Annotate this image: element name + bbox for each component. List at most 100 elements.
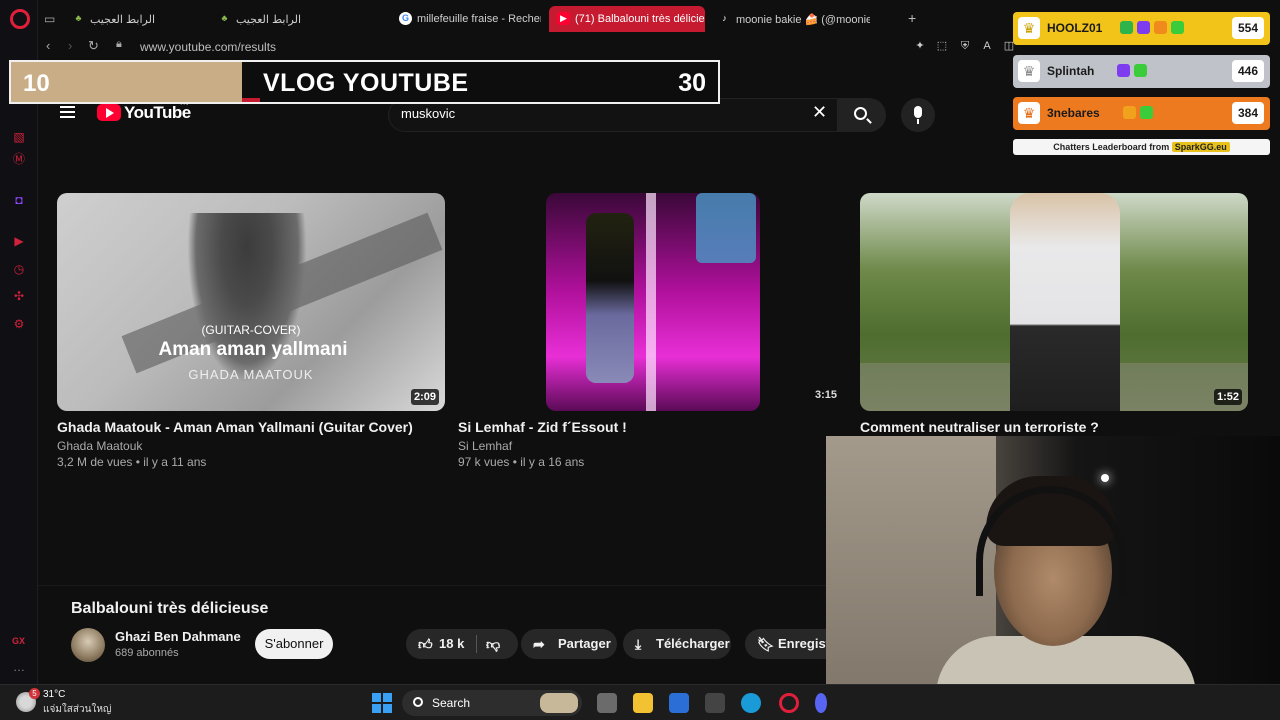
clear-search-icon[interactable]: ✕ (812, 102, 827, 123)
more-icon[interactable]: … (12, 660, 26, 674)
banner-left-block: 10 (11, 62, 242, 102)
banner-progress-mark (242, 98, 260, 102)
new-tab-button[interactable]: + (908, 10, 916, 26)
pin-icon[interactable]: ✦ (914, 40, 926, 52)
thumbnail-art (696, 193, 756, 263)
back-icon[interactable]: ‹ (46, 38, 50, 53)
twitch-icon[interactable]: ◘ (12, 193, 26, 207)
channel-name[interactable]: Si Lemhaf (458, 439, 512, 453)
search-query[interactable]: muskovic (401, 106, 455, 121)
webcam-light (1101, 474, 1109, 482)
thumbnail-art (646, 193, 656, 411)
share-icon: ➦ (533, 636, 545, 652)
snapshot-icon[interactable]: ⬚ (936, 40, 948, 52)
banner-right-number: 30 (678, 69, 706, 97)
tab-5[interactable]: ♪ moonie bakie 🍰 (@moonie (710, 6, 870, 32)
duration-badge: 3:15 (815, 389, 838, 401)
badge-icon (1171, 21, 1184, 34)
tab-label: الرابط العجيب (90, 14, 156, 26)
url-field[interactable]: www.youtube.com/results (140, 40, 276, 54)
tab-label: الرابط العجيب (236, 14, 302, 26)
reload-icon[interactable]: ↻ (88, 38, 99, 54)
task-view-icon[interactable] (597, 693, 617, 713)
tab-manager-icon[interactable]: ▭ (44, 12, 55, 26)
save-button[interactable]: 🔖︎ Enregistr (745, 629, 835, 659)
leaderboard-name: Splintah (1047, 64, 1095, 78)
like-count[interactable]: 18 k (439, 629, 464, 659)
crown-icon: ♛ (1018, 102, 1040, 124)
badge-icon (1140, 106, 1153, 119)
subscriber-count: 689 abonnés (115, 647, 179, 659)
playing-video-title: Balbalouni très délicieuse (71, 600, 269, 617)
windows-start-icon[interactable] (372, 693, 392, 713)
leaderboard-footer: Chatters Leaderboard from SparkGG.eu (1013, 139, 1270, 155)
tab-1[interactable]: ♣ الرابط العجيب (64, 6, 209, 32)
opera-gx-logo-icon[interactable] (10, 9, 30, 29)
weather-description[interactable]: แจ่มใสส่วนใหญ่ (43, 702, 111, 717)
forward-icon[interactable]: › (68, 38, 72, 53)
thumbnail-art (586, 213, 634, 383)
banner-title: VLOG YOUTUBE (263, 69, 469, 97)
leaderboard-row-1: ♛ HOOLZ01 554 (1013, 12, 1270, 45)
leaderboard-footer-text: Chatters Leaderboard from (1053, 142, 1170, 152)
duration-badge: 1:52 (1213, 389, 1242, 405)
channel-name[interactable]: Ghada Maatouk (57, 439, 142, 453)
settings-gear-icon[interactable]: ⚙ (12, 317, 26, 331)
tiktok-icon: ♪ (722, 13, 727, 23)
playing-channel-name[interactable]: Ghazi Ben Dahmane (115, 629, 241, 644)
store-icon[interactable] (669, 693, 689, 713)
video-title[interactable]: Ghada Maatouk - Aman Aman Yallmani (Guit… (57, 419, 413, 435)
tab-3[interactable]: G millefeuille fraise - Recher (391, 6, 541, 32)
video-meta: 3,2 M de vues • il y a 11 ans (57, 455, 207, 469)
tab-2[interactable]: ♣ الرابط العجيب (210, 6, 390, 32)
menu-icon[interactable] (60, 106, 75, 118)
badge-icon (1137, 21, 1150, 34)
thumbnail-caption: GHADA MAATOUK (188, 367, 314, 382)
thumbnail-caption: Aman aman yallmani (158, 339, 348, 360)
dislike-thumb-icon[interactable]: 👎︎ (486, 629, 500, 659)
app-icon[interactable] (705, 693, 725, 713)
voice-search-mic-icon[interactable] (901, 98, 935, 132)
search-highlight-icon (540, 693, 578, 713)
tab-label: millefeuille fraise - Recher (417, 13, 541, 25)
thumbnail-art (1010, 193, 1120, 411)
translate-icon[interactable]: A (981, 40, 993, 52)
leaderboard-row-2: ♛ Splintah 446 (1013, 55, 1270, 88)
windows-taskbar: 5 31°C แจ่มใสส่วนใหญ่ Search (0, 684, 1280, 720)
like-thumb-icon[interactable]: 👍︎ (418, 629, 433, 659)
badge-icon (1134, 64, 1147, 77)
youtube-logo-icon[interactable] (97, 104, 121, 121)
download-button[interactable]: ⤓ Télécharger (623, 629, 731, 659)
tab-4-active[interactable]: ▶ (71) Balbalouni très délicie (549, 6, 705, 32)
edge-icon[interactable] (741, 693, 761, 713)
weather-temperature[interactable]: 31°C (43, 689, 65, 700)
history-icon[interactable]: ◷ (12, 262, 26, 276)
shield-icon[interactable]: ⛨ (959, 40, 971, 52)
video-thumbnail[interactable]: 1:52 (860, 193, 1248, 411)
gx-corner-icon[interactable]: Ⓜ (12, 152, 26, 166)
download-label: Télécharger (656, 636, 730, 651)
subscribe-button[interactable]: S'abonner (255, 629, 333, 659)
opera-gx-taskbar-icon[interactable] (779, 693, 799, 713)
search-button[interactable] (838, 98, 886, 132)
share-button[interactable]: ➦ Partager (521, 629, 617, 659)
badge-icon (1120, 21, 1133, 34)
video-title[interactable]: Comment neutraliser un terroriste ? (860, 419, 1099, 435)
gx-control-icon[interactable]: ▧ (12, 130, 26, 144)
banner-left-number: 10 (23, 70, 50, 97)
divider (476, 635, 477, 653)
lock-icon: 🔒︎ (116, 38, 122, 50)
search-icon (413, 697, 423, 707)
channel-avatar[interactable] (71, 628, 105, 662)
bookmark-icon: 🔖︎ (757, 636, 775, 652)
leaderboard-row-3: ♛ 3nebares 384 (1013, 97, 1270, 130)
discord-icon[interactable] (815, 693, 827, 713)
extensions-icon[interactable]: ✣ (12, 289, 26, 303)
file-explorer-icon[interactable] (633, 693, 653, 713)
player-icon[interactable]: ▶ (12, 234, 26, 248)
video-thumbnail[interactable] (546, 193, 760, 411)
vlog-banner-overlay: 10 VLOG YOUTUBE 30 (9, 60, 720, 104)
video-title[interactable]: Si Lemhaf - Zid f´Essout ! (458, 419, 627, 435)
video-thumbnail[interactable]: (GUITAR-COVER) Aman aman yallmani GHADA … (57, 193, 445, 411)
taskbar-search[interactable]: Search (402, 690, 582, 716)
